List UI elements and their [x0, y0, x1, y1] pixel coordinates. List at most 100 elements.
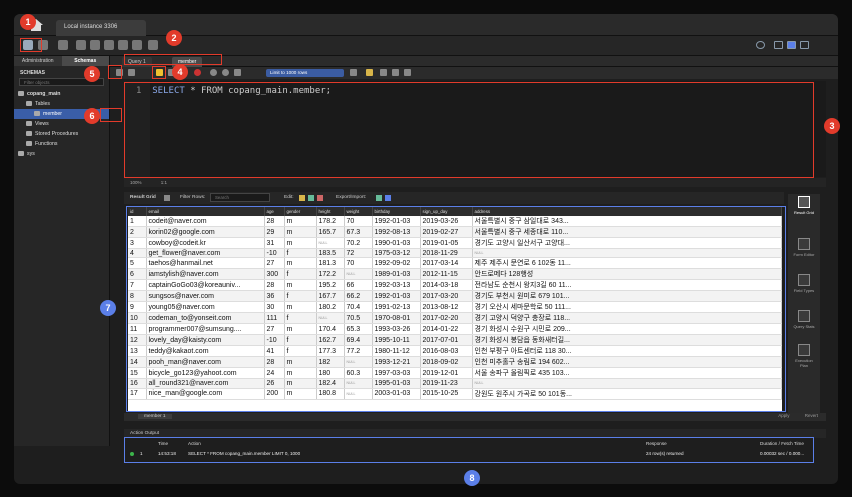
main-toolbar [14, 36, 838, 56]
callout-box-2 [124, 54, 222, 65]
create-schema-icon[interactable] [76, 40, 86, 50]
result-toolbar: Result Grid Filter Rows: Search Edit: Ex… [124, 192, 784, 204]
connection-tab[interactable]: Local instance 3306 [56, 20, 146, 36]
export-icon[interactable] [376, 195, 382, 201]
folder-icon [26, 131, 32, 136]
result-grid-view-button[interactable]: Result Grid [792, 196, 816, 215]
tree-item-label: sys [27, 151, 35, 157]
editor-status-bar: 100% 1:1 [124, 178, 826, 187]
action-output-title[interactable]: Action Output [130, 431, 159, 436]
result-grid-label: Result Grid [130, 195, 156, 200]
tree-item-functions[interactable]: Functions [14, 139, 109, 149]
save-file-icon[interactable] [128, 69, 135, 76]
field-types-icon [798, 274, 810, 286]
execution-plan-button[interactable]: Execution Plan [792, 344, 816, 368]
import-icon[interactable] [385, 195, 391, 201]
tree-item-label: Functions [35, 141, 58, 147]
callout-box-3 [124, 82, 814, 178]
rp-label: Form Editor [793, 252, 815, 257]
callout-badge-3: 3 [824, 118, 840, 134]
create-procedure-icon[interactable] [118, 40, 128, 50]
inspector-icon[interactable] [58, 40, 68, 50]
rollback-icon[interactable] [234, 69, 241, 76]
rp-label: Field Types [793, 288, 815, 293]
form-icon [798, 238, 810, 250]
grid-icon[interactable] [164, 195, 170, 201]
commit-icon[interactable] [222, 69, 229, 76]
settings-icon[interactable] [756, 41, 765, 49]
zoom-level[interactable]: 100% [130, 180, 142, 185]
word-wrap-icon[interactable] [404, 69, 411, 76]
callout-badge-2: 2 [166, 30, 182, 46]
filter-rows-label: Filter Rows: [180, 195, 206, 200]
export-import-label: Export/Import: [336, 195, 367, 200]
callout-box-1 [20, 38, 42, 52]
callout-box-8 [124, 437, 814, 463]
result-tab-bar: member 1 Apply Revert [124, 413, 826, 421]
sql-editor-toolbar: Limit to 1000 rows [110, 67, 838, 79]
tree-item-stored-procedures[interactable]: Stored Procedures [14, 129, 109, 139]
result-side-panel: Result Grid Form Editor Field Types Quer… [788, 194, 820, 416]
tree-item-label: Tables [35, 101, 50, 107]
toggle-output-icon[interactable] [787, 41, 796, 49]
tree-item-label: copang_main [27, 91, 61, 97]
tab-schemas[interactable]: Schemas [61, 56, 109, 66]
search-table-data-icon[interactable] [148, 40, 158, 50]
tree-item-copang-main[interactable]: copang_main [14, 89, 109, 99]
apply-revert: Apply Revert [778, 413, 818, 418]
toggle-secondary-sidebar-icon[interactable] [800, 41, 809, 49]
callout-badge-7: 7 [100, 300, 116, 316]
delete-row-icon[interactable] [317, 195, 323, 201]
revert-button[interactable]: Revert [805, 413, 818, 418]
plan-icon [798, 344, 810, 356]
rp-label: Result Grid [793, 210, 814, 215]
filter-rows-input[interactable]: Search [210, 193, 270, 202]
rp-label: Execution Plan [795, 358, 813, 368]
callout-box-4 [152, 66, 166, 79]
tab-administration[interactable]: Administration [14, 56, 62, 66]
limit-rows-select[interactable]: Limit to 1000 rows [266, 69, 344, 77]
database-icon [18, 91, 24, 96]
folder-icon [26, 121, 32, 126]
callout-badge-1: 1 [20, 14, 36, 30]
edit-row-icon[interactable] [299, 195, 305, 201]
add-row-icon[interactable] [308, 195, 314, 201]
toggle-sidebar-icon[interactable] [774, 41, 783, 49]
database-icon [18, 151, 24, 156]
cursor-position: 1:1 [160, 180, 168, 185]
callout-box-7 [126, 206, 786, 412]
create-function-icon[interactable] [132, 40, 142, 50]
schema-tree: copang_main Tables member Views Stored P… [14, 89, 109, 159]
invisible-chars-icon[interactable] [392, 69, 399, 76]
field-types-button[interactable]: Field Types [792, 274, 816, 293]
tree-item-label: Stored Procedures [35, 131, 79, 137]
create-view-icon[interactable] [104, 40, 114, 50]
form-editor-button[interactable]: Form Editor [792, 238, 816, 257]
edit-label: Edit: [284, 195, 294, 200]
tree-item-sys[interactable]: sys [14, 149, 109, 159]
tree-item-label: member [43, 111, 63, 117]
query-stats-button[interactable]: Query Stats [792, 310, 816, 329]
sidebar-tabs: Administration Schemas [14, 56, 109, 66]
tab-member-1[interactable]: member 1 [138, 414, 172, 419]
connection-tab-bar: Local instance 3306 [14, 14, 838, 36]
toggle-continue-icon[interactable] [210, 69, 217, 76]
find-replace-icon[interactable] [380, 69, 387, 76]
stop-icon[interactable] [194, 69, 201, 76]
callout-box-6 [100, 108, 122, 122]
folder-icon [26, 141, 32, 146]
beautify-icon[interactable] [366, 69, 373, 76]
limit-dropdown-icon[interactable] [350, 69, 357, 76]
stats-icon [798, 310, 810, 322]
table-icon [34, 111, 40, 116]
rp-label: Query Stats [793, 324, 815, 329]
create-table-icon[interactable] [90, 40, 100, 50]
callout-badge-8: 8 [464, 470, 480, 486]
callout-badge-4: 4 [172, 64, 188, 80]
grid-view-icon [798, 196, 810, 208]
tree-item-label: Views [35, 121, 49, 127]
callout-box-5 [108, 65, 122, 79]
callout-badge-5: 5 [84, 66, 100, 82]
callout-badge-6: 6 [84, 108, 100, 124]
apply-button[interactable]: Apply [778, 413, 789, 418]
